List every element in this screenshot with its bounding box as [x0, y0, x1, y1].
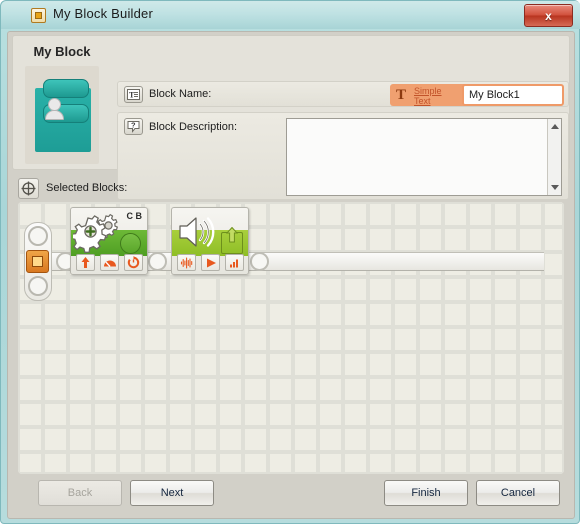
connector-ring-bottom [28, 276, 48, 296]
block-description-label: Block Description: [149, 121, 238, 133]
sound-block[interactable] [171, 207, 249, 275]
simple-text-label[interactable]: Simple Text [414, 86, 462, 106]
blocks-canvas[interactable]: C B [18, 202, 564, 474]
triangle-down-icon[interactable] [548, 181, 561, 194]
block-name-row: T Block Name: T Simple Text [117, 81, 569, 107]
serif-t-icon: T [396, 87, 407, 103]
simple-text-line2: Text [414, 96, 431, 106]
my-block-builder-window: My Block Builder x My Block T Block Name… [0, 0, 580, 524]
help-bubble-icon: ? [124, 118, 143, 135]
window-title: My Block Builder [53, 6, 154, 21]
dialog-content: My Block T Block Name: T Simple Text My … [7, 31, 575, 519]
block-description-textarea[interactable] [287, 119, 549, 195]
gears-icon [70, 212, 119, 259]
simple-text-line1: Simple [414, 86, 442, 96]
up-arrow-icon[interactable] [76, 254, 95, 271]
back-button[interactable]: Back [38, 480, 122, 506]
cancel-button[interactable]: Cancel [476, 480, 560, 506]
rotation-icon[interactable] [124, 254, 143, 271]
dialog-footer: Back Next Finish Cancel [8, 472, 576, 512]
svg-text:?: ? [131, 121, 136, 130]
my-block-preview-icon [25, 66, 99, 164]
my-block-heading: My Block [33, 44, 91, 59]
text-label-icon: T [124, 86, 143, 103]
crosshair-target-icon [18, 178, 39, 199]
triangle-up-icon[interactable] [548, 120, 561, 133]
simple-text-chip[interactable]: T Simple Text [390, 84, 465, 106]
finish-button[interactable]: Finish [384, 480, 468, 506]
plug-ring-3 [250, 252, 269, 271]
block-description-row: ? Block Description: [117, 112, 569, 200]
block-info-panel: My Block T Block Name: T Simple Text My … [12, 35, 570, 200]
block-description-box [286, 118, 562, 196]
volume-bars-icon[interactable] [225, 254, 244, 271]
next-button[interactable]: Next [130, 480, 214, 506]
selected-blocks-label: Selected Blocks: [46, 182, 128, 194]
speedometer-icon[interactable] [100, 254, 119, 271]
play-icon[interactable] [201, 254, 220, 271]
title-bar[interactable]: My Block Builder x [1, 1, 580, 29]
description-scrollbar[interactable] [547, 119, 561, 195]
close-button[interactable]: x [524, 4, 573, 27]
myblock-icon [31, 8, 46, 23]
my-block-start-icon[interactable] [26, 250, 49, 273]
plug-ring-2 [148, 252, 167, 271]
move-block-port-label: C B [126, 211, 143, 221]
move-block-port-dial [120, 233, 141, 254]
block-name-input[interactable] [462, 84, 564, 106]
sound-output-arrow-icon [225, 226, 239, 248]
block-name-label: Block Name: [149, 88, 212, 100]
speaker-icon [176, 211, 226, 258]
waveform-icon[interactable] [177, 254, 196, 271]
connector-ring-top [28, 226, 48, 246]
move-block[interactable]: C B [70, 207, 148, 275]
